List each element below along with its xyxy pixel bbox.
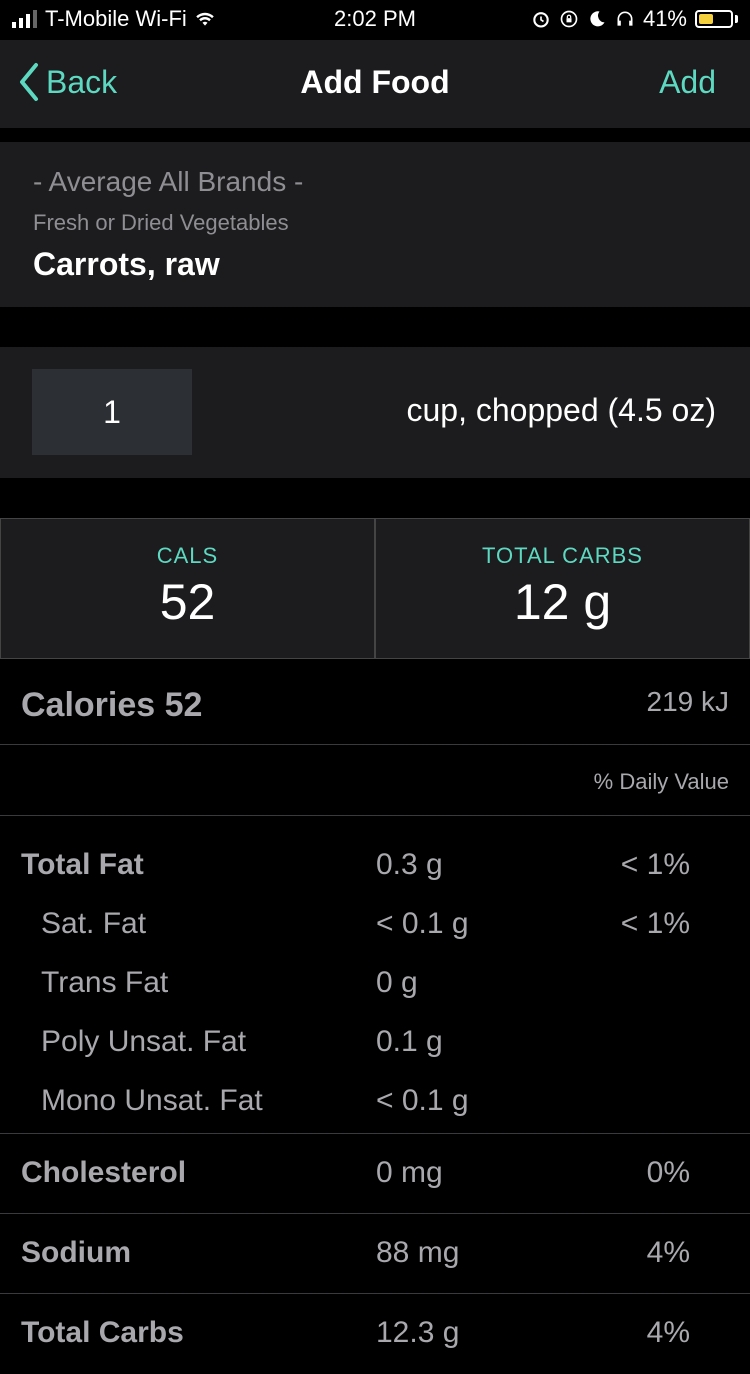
food-category: Fresh or Dried Vegetables: [33, 210, 289, 235]
daily-value-header: % Daily Value: [593, 769, 729, 794]
status-bar: T-Mobile Wi-Fi 2:02 PM 41%: [0, 0, 750, 40]
serving-unit-selector[interactable]: cup, chopped (4.5 oz): [406, 392, 716, 429]
status-right: 41%: [531, 6, 738, 32]
kilojoules-value: 219 kJ: [646, 686, 730, 717]
orientation-lock-icon: [560, 10, 578, 28]
battery-charging-icon: [695, 10, 738, 28]
nutrient-row: Mono Unsat. Fat < 0.1 g: [0, 1062, 750, 1121]
daily-value-header-row: % Daily Value: [0, 745, 750, 816]
nutrient-summary: CALS 52 TOTAL CARBS 12 g: [0, 518, 750, 659]
summary-label: TOTAL CARBS: [482, 543, 643, 568]
food-brand: - Average All Brands -: [33, 166, 304, 197]
nutrient-name: Total Carbs: [21, 1316, 184, 1349]
nutrient-name: Mono Unsat. Fat: [41, 1084, 263, 1117]
sodium-row: Sodium 88 mg 4%: [0, 1214, 750, 1294]
nutrient-amount: 12.3 g: [376, 1316, 460, 1349]
add-button[interactable]: Add: [659, 64, 716, 101]
nutrient-name: Sodium: [21, 1236, 131, 1269]
summary-label: CALS: [156, 543, 219, 568]
nutrient-amount: 0 mg: [376, 1156, 443, 1189]
serving-row: 1 cup, chopped (4.5 oz): [0, 347, 750, 478]
moon-icon: [590, 11, 605, 27]
nutrient-name: Trans Fat: [41, 966, 169, 999]
food-info-card: - Average All Brands - Fresh or Dried Ve…: [0, 142, 750, 307]
nutrient-daily-value: < 1%: [620, 907, 690, 940]
nutrient-amount: 0 g: [376, 966, 418, 999]
nutrient-name: Sat. Fat: [41, 907, 147, 940]
battery-percent: 41%: [642, 6, 687, 31]
nutrient-amount: < 0.1 g: [376, 1084, 469, 1117]
carbs-summary-box[interactable]: TOTAL CARBS 12 g: [375, 518, 750, 659]
nutrient-daily-value: < 1%: [620, 848, 690, 881]
cholesterol-row: Cholesterol 0 mg 0%: [0, 1134, 750, 1214]
nutrient-name: Total Fat: [21, 848, 144, 881]
nutrition-facts: Calories 52 219 kJ % Daily Value Total F…: [0, 659, 750, 1374]
nutrient-amount: 0.3 g: [376, 848, 443, 881]
navigation-bar: Back Add Food Add: [0, 40, 750, 128]
alarm-icon: [533, 12, 549, 28]
nutrient-amount: < 0.1 g: [376, 907, 469, 940]
summary-value: 52: [159, 574, 216, 630]
nutrient-name: Cholesterol: [21, 1156, 187, 1189]
calories-summary-box[interactable]: CALS 52: [0, 518, 375, 659]
nutrient-row: Trans Fat 0 g: [0, 944, 750, 1003]
nutrient-amount: 88 mg: [376, 1236, 460, 1269]
nutrient-row: Sat. Fat < 0.1 g < 1%: [0, 885, 750, 944]
food-name: Carrots, raw: [33, 246, 220, 282]
nutrient-name: Poly Unsat. Fat: [41, 1025, 247, 1058]
total-carbs-row: Total Carbs 12.3 g 4%: [0, 1294, 750, 1374]
summary-value: 12 g: [513, 574, 612, 630]
nutrient-row: Poly Unsat. Fat 0.1 g: [0, 1003, 750, 1062]
fat-group: Total Fat 0.3 g < 1% Sat. Fat < 0.1 g < …: [0, 816, 750, 1134]
page-title: Add Food: [300, 64, 450, 100]
headphones-icon: [617, 11, 633, 26]
calories-label: Calories 52: [21, 686, 203, 724]
nutrient-daily-value: 0%: [646, 1156, 690, 1189]
calories-row: Calories 52 219 kJ: [0, 659, 750, 745]
nutrient-row: Total Fat 0.3 g < 1%: [0, 826, 750, 885]
quantity-input[interactable]: 1: [32, 369, 192, 455]
nutrient-daily-value: 4%: [646, 1316, 690, 1349]
nutrient-amount: 0.1 g: [376, 1025, 443, 1058]
nutrient-daily-value: 4%: [646, 1236, 690, 1269]
